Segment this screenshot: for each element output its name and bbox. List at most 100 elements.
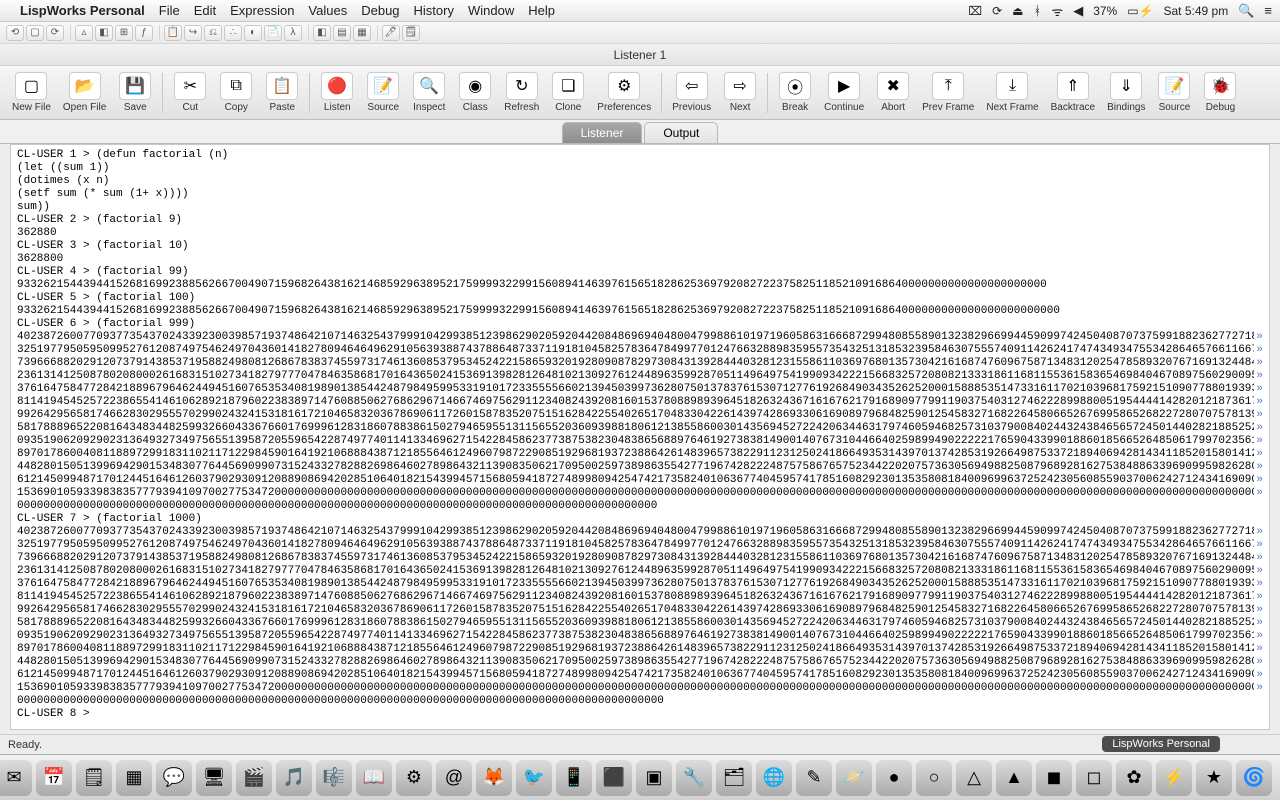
sicon-8[interactable]: 📋 bbox=[164, 25, 182, 41]
new-file-button[interactable]: ▢New File bbox=[6, 70, 57, 115]
dock-item-21[interactable]: 🌐 bbox=[756, 760, 792, 796]
sicon-14[interactable]: λ bbox=[284, 25, 302, 41]
dock-item-26[interactable]: △ bbox=[956, 760, 992, 796]
sicon-6[interactable]: ⊞ bbox=[115, 25, 133, 41]
volume-icon[interactable]: ◀ bbox=[1073, 3, 1083, 19]
dock-item-32[interactable]: ★ bbox=[1196, 760, 1232, 796]
sicon-10[interactable]: ⎌ bbox=[204, 25, 222, 41]
refresh-button[interactable]: ↻Refresh bbox=[498, 70, 545, 115]
next-frame-button[interactable]: ⤓Next Frame bbox=[980, 70, 1044, 115]
dock-item-14[interactable]: 🦊 bbox=[476, 760, 512, 796]
source2-button[interactable]: 📝Source bbox=[1151, 70, 1197, 115]
dock-item-27[interactable]: ▲ bbox=[996, 760, 1032, 796]
debug-button[interactable]: 🐞Debug bbox=[1197, 70, 1243, 115]
previous-label: Previous bbox=[672, 102, 711, 113]
menu-file[interactable]: File bbox=[159, 3, 180, 18]
preferences-button[interactable]: ⚙Preferences bbox=[591, 70, 657, 115]
sicon-16[interactable]: ▤ bbox=[333, 25, 351, 41]
dock-item-7[interactable]: 🖥 bbox=[196, 760, 232, 796]
sicon-18[interactable]: 🖊 bbox=[382, 25, 400, 41]
dock-item-10[interactable]: 🎼 bbox=[316, 760, 352, 796]
menu-expression[interactable]: Expression bbox=[230, 3, 294, 18]
dock-item-16[interactable]: 📱 bbox=[556, 760, 592, 796]
menu-history[interactable]: History bbox=[414, 3, 454, 18]
dock-item-11[interactable]: 📖 bbox=[356, 760, 392, 796]
sync-icon[interactable]: ⟳ bbox=[992, 4, 1002, 18]
dock-item-3[interactable]: 📅 bbox=[36, 760, 72, 796]
source-button[interactable]: 📝Source bbox=[360, 70, 406, 115]
dock-item-4[interactable]: 🗒 bbox=[76, 760, 112, 796]
sicon-9[interactable]: ↪ bbox=[184, 25, 202, 41]
open-file-button[interactable]: 📂Open File bbox=[57, 70, 112, 115]
copy-button[interactable]: ⧉Copy bbox=[213, 70, 259, 115]
menu-window[interactable]: Window bbox=[468, 3, 514, 18]
save-button[interactable]: 💾Save bbox=[112, 70, 158, 115]
menu-debug[interactable]: Debug bbox=[361, 3, 399, 18]
class-button[interactable]: ◉Class bbox=[452, 70, 498, 115]
menu-help[interactable]: Help bbox=[528, 3, 555, 18]
dock-item-28[interactable]: ◼ bbox=[1036, 760, 1072, 796]
dock-item-13[interactable]: @ bbox=[436, 760, 472, 796]
dock-item-23[interactable]: 🪐 bbox=[836, 760, 872, 796]
dock-item-17[interactable]: ⬛ bbox=[596, 760, 632, 796]
dock-item-31[interactable]: ⚡ bbox=[1156, 760, 1192, 796]
sicon-19[interactable]: 🗒 bbox=[402, 25, 420, 41]
dock-item-8[interactable]: 🎬 bbox=[236, 760, 272, 796]
dock-item-24[interactable]: ● bbox=[876, 760, 912, 796]
dock-item-20[interactable]: 🗂 bbox=[716, 760, 752, 796]
backtrace-icon: ⇑ bbox=[1057, 72, 1089, 100]
abort-button[interactable]: ✖Abort bbox=[870, 70, 916, 115]
dock-item-22[interactable]: ✎ bbox=[796, 760, 832, 796]
paste-button[interactable]: 📋Paste bbox=[259, 70, 305, 115]
continue-button[interactable]: ▶Continue bbox=[818, 70, 870, 115]
dropbox-icon[interactable]: ⌧ bbox=[968, 4, 982, 18]
battery-text[interactable]: 37% bbox=[1093, 4, 1117, 18]
dock-item-5[interactable]: ▦ bbox=[116, 760, 152, 796]
clone-button[interactable]: ❏Clone bbox=[545, 70, 591, 115]
tab-listener[interactable]: Listener bbox=[562, 122, 643, 143]
previous-button[interactable]: ⇦Previous bbox=[666, 70, 717, 115]
break-button[interactable]: ⦿Break bbox=[772, 70, 818, 115]
dock-item-6[interactable]: 💬 bbox=[156, 760, 192, 796]
sicon-3[interactable]: ⟳ bbox=[46, 25, 64, 41]
bindings-button[interactable]: ⇓Bindings bbox=[1101, 70, 1151, 115]
clock[interactable]: Sat 5:49 pm bbox=[1164, 4, 1229, 18]
battery-icon[interactable]: ▭⚡ bbox=[1127, 4, 1153, 18]
wifi-icon[interactable]: ᯤ bbox=[1051, 2, 1063, 20]
inspect-button[interactable]: 🔍Inspect bbox=[406, 70, 452, 115]
dock-item-9[interactable]: 🎵 bbox=[276, 760, 312, 796]
sicon-11[interactable]: ∴ bbox=[224, 25, 242, 41]
sicon-12[interactable]: ◐ bbox=[244, 25, 262, 41]
sicon-4[interactable]: ▵ bbox=[75, 25, 93, 41]
sicon-1[interactable]: ⟲ bbox=[6, 25, 24, 41]
sicon-7[interactable]: ƒ bbox=[135, 25, 153, 41]
menu-values[interactable]: Values bbox=[308, 3, 347, 18]
notification-center-icon[interactable]: ≡ bbox=[1264, 3, 1272, 18]
dock-item-29[interactable]: ◻ bbox=[1076, 760, 1112, 796]
tab-output[interactable]: Output bbox=[644, 122, 718, 143]
spotlight-icon[interactable]: 🔍 bbox=[1238, 3, 1254, 19]
app-name[interactable]: LispWorks Personal bbox=[20, 3, 145, 18]
eject-icon[interactable]: ⏏ bbox=[1012, 4, 1023, 18]
backtrace-button[interactable]: ⇑Backtrace bbox=[1045, 70, 1101, 115]
dock-item-18[interactable]: ▣ bbox=[636, 760, 672, 796]
dock-item-19[interactable]: 🔧 bbox=[676, 760, 712, 796]
sicon-17[interactable]: ▦ bbox=[353, 25, 371, 41]
cut-button[interactable]: ✂Cut bbox=[167, 70, 213, 115]
bluetooth-icon[interactable]: ᚼ bbox=[1034, 3, 1042, 18]
prev-frame-button[interactable]: ⤒Prev Frame bbox=[916, 70, 980, 115]
dock-item-25[interactable]: ○ bbox=[916, 760, 952, 796]
sicon-15[interactable]: ◧ bbox=[313, 25, 331, 41]
sicon-5[interactable]: ◧ bbox=[95, 25, 113, 41]
dock-item-30[interactable]: ✿ bbox=[1116, 760, 1152, 796]
dock-item-12[interactable]: ⚙ bbox=[396, 760, 432, 796]
dock-item-15[interactable]: 🐦 bbox=[516, 760, 552, 796]
next-button[interactable]: ⇨Next bbox=[717, 70, 763, 115]
dock-item-2[interactable]: ✉ bbox=[0, 760, 32, 796]
listener-text[interactable]: CL-USER 1 > (defun factorial (n) (let ((… bbox=[11, 145, 1269, 729]
menu-edit[interactable]: Edit bbox=[194, 3, 216, 18]
sicon-2[interactable]: ▢ bbox=[26, 25, 44, 41]
dock-item-33[interactable]: 🌀 bbox=[1236, 760, 1272, 796]
listen-button[interactable]: 🔴Listen bbox=[314, 70, 360, 115]
sicon-13[interactable]: 📄 bbox=[264, 25, 282, 41]
